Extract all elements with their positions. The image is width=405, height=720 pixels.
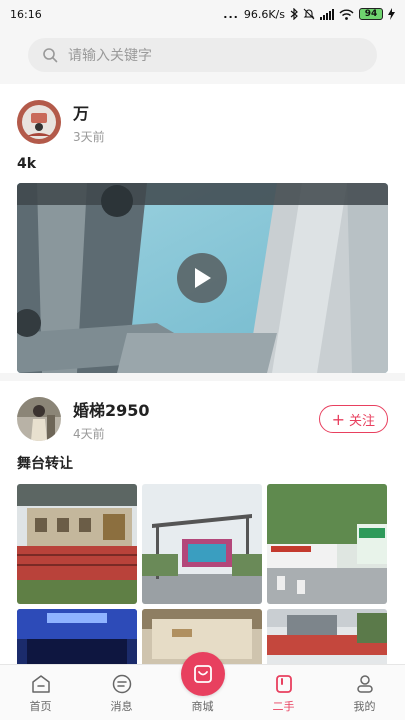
photo-thumbnail[interactable] <box>267 609 387 664</box>
nav-label: 二手 <box>272 700 295 713</box>
nav-label: 我的 <box>353 700 376 713</box>
search-area: 请输入关键字 <box>0 28 405 84</box>
author-name[interactable]: 万 <box>73 100 388 124</box>
post-text[interactable]: 4k <box>17 156 388 172</box>
author-meta: 婚梯2950 4天前 <box>73 397 319 442</box>
post-card[interactable]: 万 3天前 4k <box>0 84 405 373</box>
bluetooth-icon <box>290 8 298 20</box>
photo-thumbnail[interactable] <box>267 484 387 604</box>
profile-icon <box>356 675 373 693</box>
photo-thumbnail[interactable] <box>142 484 262 604</box>
nav-messages[interactable]: 消息 <box>81 665 162 720</box>
app-screen: 16:16 ... 96.6K/s 94 请输入关键字 万 3天前 4k 婚梯2… <box>0 0 405 720</box>
shop-icon <box>193 665 212 683</box>
follow-label: 关注 <box>348 413 375 429</box>
more-notifications-dots: ... <box>223 7 239 21</box>
shop-center-button[interactable] <box>180 652 225 696</box>
avatar[interactable] <box>17 100 61 144</box>
status-bar: 16:16 ... 96.6K/s 94 <box>0 0 405 28</box>
nav-home[interactable]: 首页 <box>0 665 81 720</box>
photo-grid <box>17 484 388 664</box>
search-input[interactable]: 请输入关键字 <box>28 38 377 72</box>
search-placeholder: 请输入关键字 <box>68 48 152 64</box>
author-row: 万 3天前 <box>17 98 388 146</box>
avatar[interactable] <box>17 397 61 441</box>
nav-shop[interactable]: 商城 <box>162 652 243 720</box>
nav-label: 消息 <box>110 700 133 713</box>
nav-label: 首页 <box>29 700 52 713</box>
author-meta: 万 3天前 <box>73 100 388 145</box>
video-player[interactable] <box>17 183 388 373</box>
charging-icon <box>388 8 395 20</box>
plus-icon: + <box>331 409 345 429</box>
signal-icon <box>320 8 334 20</box>
status-indicators: ... 96.6K/s 94 <box>223 8 395 21</box>
nav-secondhand[interactable]: 二手 <box>243 665 324 720</box>
post-text[interactable]: 舞台转让 <box>17 453 388 473</box>
wifi-icon <box>339 9 354 20</box>
nav-label: 商城 <box>191 700 214 713</box>
mute-bell-icon <box>303 8 315 20</box>
network-speed: 96.6K/s <box>243 7 285 21</box>
secondhand-icon <box>275 675 292 693</box>
author-row: 婚梯2950 4天前 + 关注 <box>17 395 388 443</box>
bottom-nav: 首页 消息 商城 二手 我的 <box>0 652 405 720</box>
play-icon <box>195 268 211 288</box>
status-time: 16:16 <box>10 7 42 21</box>
home-icon <box>31 675 50 693</box>
nav-profile[interactable]: 我的 <box>324 665 405 720</box>
post-card[interactable]: 婚梯2950 4天前 + 关注 舞台转让 <box>0 381 405 664</box>
search-icon <box>43 48 58 63</box>
message-icon <box>112 674 131 694</box>
play-button[interactable] <box>177 253 227 303</box>
photo-thumbnail[interactable] <box>17 609 137 664</box>
photo-thumbnail[interactable] <box>17 484 137 604</box>
feed-list[interactable]: 万 3天前 4k 婚梯2950 4天前 + 关注 舞台转让 <box>0 84 405 664</box>
battery-indicator: 94 <box>359 8 383 20</box>
author-name[interactable]: 婚梯2950 <box>73 397 319 421</box>
post-time: 4天前 <box>73 426 105 441</box>
follow-button[interactable]: + 关注 <box>318 405 388 433</box>
post-time: 3天前 <box>73 129 105 144</box>
